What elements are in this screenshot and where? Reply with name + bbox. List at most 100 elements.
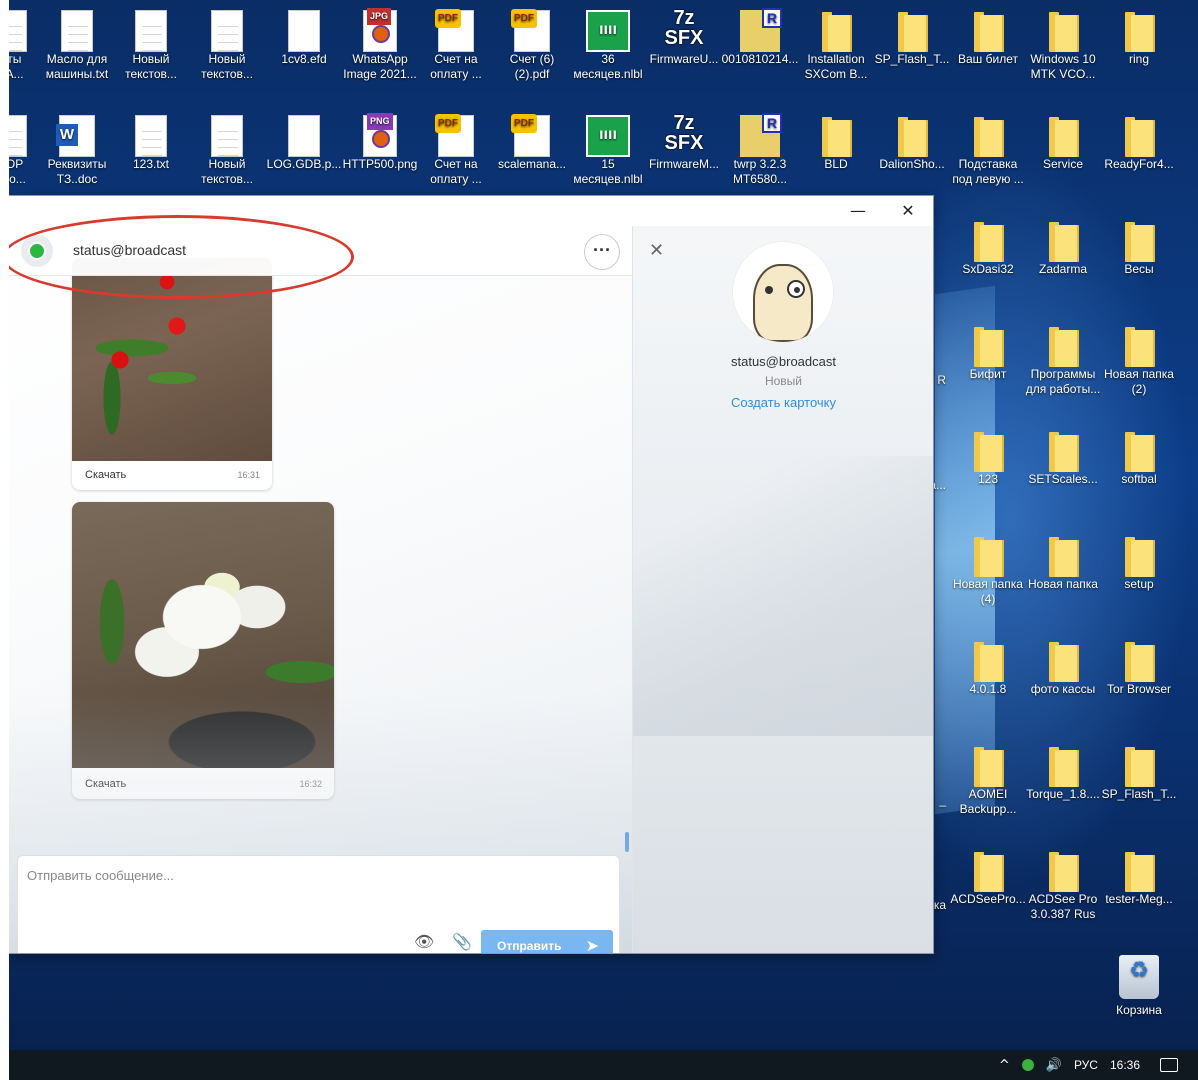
desktop-icon[interactable]: Программы для работы... xyxy=(1024,323,1102,397)
desktop-icon[interactable]: 123.txt xyxy=(112,113,190,172)
pdf-icon: PDF xyxy=(511,114,550,157)
messenger-window: — ✕ status@broadcast ··· Скачать 16:31 С… xyxy=(2,196,933,953)
network-icon[interactable] xyxy=(1021,1059,1034,1071)
desktop-icon-label: Новая папка xyxy=(1028,577,1098,591)
minimize-button[interactable]: — xyxy=(835,200,881,222)
desktop-icon[interactable]: ReadyFor4... xyxy=(1100,113,1178,172)
desktop-icon[interactable]: Новая папка (4) xyxy=(949,533,1027,607)
desktop-icon[interactable]: Zadarma xyxy=(1024,218,1102,277)
hide-eye-icon[interactable]: 👁 xyxy=(414,932,434,951)
recycle-bin[interactable]: Корзина xyxy=(1100,955,1178,1018)
desktop-icon[interactable]: SETScales... xyxy=(1024,428,1102,487)
image-message[interactable]: Скачать 16:32 xyxy=(72,502,334,799)
desktop-icon[interactable]: LOG.GDB.p... xyxy=(265,113,343,172)
desktop-icon[interactable]: tester-Meg... xyxy=(1100,848,1178,907)
desktop-icon[interactable]: AOMEI Backupp... xyxy=(949,743,1027,817)
desktop-icon[interactable]: PDF Счет (6) (2).pdf xyxy=(493,8,571,82)
download-link[interactable]: Скачать xyxy=(85,469,126,481)
pdf-icon: PDF xyxy=(511,9,550,52)
desktop-icon[interactable]: Windows 10 MTK VCO... xyxy=(1024,8,1102,82)
send-button[interactable]: Отправить ➤ xyxy=(481,930,613,953)
folder-icon xyxy=(1045,747,1081,787)
desktop-icon[interactable]: Новый текстов... xyxy=(112,8,190,82)
desktop-icon[interactable]: Rtwrp 3.2.3 MT6580... xyxy=(721,113,799,187)
image-message[interactable]: Скачать 16:31 xyxy=(72,258,272,490)
folder-icon xyxy=(970,432,1006,472)
desktop-icon[interactable]: Подставка под левую ... xyxy=(949,113,1027,187)
desktop-icon[interactable]: Весы xyxy=(1100,218,1178,277)
desktop-icon-label: WhatsApp Image 2021... xyxy=(343,52,417,81)
whatsapp-icon xyxy=(21,235,53,267)
desktop-icon[interactable]: Новая папка (2) xyxy=(1100,323,1178,397)
desktop-icon[interactable]: PDF Счет на оплату ... xyxy=(417,8,495,82)
language-indicator[interactable]: РУС xyxy=(1074,1058,1098,1072)
desktop-icon[interactable]: ACDSee Pro 3.0.387 Rus xyxy=(1024,848,1102,922)
folder-icon xyxy=(970,852,1006,892)
attach-icon[interactable]: 📎 xyxy=(452,932,472,951)
more-options-button[interactable]: ··· xyxy=(584,234,620,270)
clock[interactable]: 16:36 xyxy=(1110,1058,1140,1072)
desktop-icon[interactable]: softbal xyxy=(1100,428,1178,487)
desktop-icon-label: SP_Flash_T... xyxy=(874,52,950,66)
message-input[interactable]: Отправить сообщение... xyxy=(27,868,174,883)
desktop-icon[interactable]: SP_Flash_T... xyxy=(873,8,951,67)
folder-icon xyxy=(894,12,930,52)
desktop-icon-label: 15 месяцев.nlbl xyxy=(573,157,643,186)
desktop-icon-label: Новый текстов... xyxy=(201,157,253,186)
desktop-icon[interactable]: Installation SXCom B... xyxy=(797,8,875,82)
desktop-icon[interactable]: Новый текстов... xyxy=(188,113,266,187)
desktop-icon[interactable]: 7z SFX FirmwareM... xyxy=(645,113,723,172)
close-window-button[interactable]: ✕ xyxy=(885,200,931,222)
jpg-image-icon: JPG xyxy=(363,8,397,52)
desktop-icon[interactable]: DalionSho... xyxy=(873,113,951,172)
desktop-icon[interactable]: ıııı 15 месяцев.nlbl xyxy=(569,113,647,187)
desktop-icon[interactable]: Новый текстов... xyxy=(188,8,266,82)
create-card-link[interactable]: Создать карточку xyxy=(633,395,933,410)
desktop-icon[interactable]: ACDSeePro... xyxy=(949,848,1027,907)
send-button-label: Отправить xyxy=(497,939,562,953)
desktop-icon[interactable]: PDF Счет на оплату ... xyxy=(417,113,495,187)
desktop-icon[interactable]: SP_Flash_T... xyxy=(1100,743,1178,802)
desktop-icon-label: SP_Flash_T... xyxy=(1101,787,1177,801)
desktop-icon[interactable]: Service xyxy=(1024,113,1102,172)
folder-icon xyxy=(1045,327,1081,367)
show-hidden-icons-chevron[interactable]: ^ xyxy=(999,1058,1010,1073)
desktop-icon[interactable]: PDF scalemana... xyxy=(493,113,571,172)
desktop-icon[interactable]: BLD xyxy=(797,113,875,172)
red-tulips-photo[interactable] xyxy=(72,258,272,461)
message-composer[interactable]: Отправить сообщение... 👁 📎 Отправить ➤ xyxy=(17,855,620,953)
text-file-icon xyxy=(135,10,167,52)
desktop-icon[interactable]: PNG HTTP500.png xyxy=(341,113,419,172)
white-tulip-photo[interactable] xyxy=(72,502,334,768)
desktop-icon[interactable]: 7z SFX FirmwareU... xyxy=(645,8,723,67)
desktop-icon[interactable]: Tor Browser xyxy=(1100,638,1178,697)
desktop-icon[interactable]: фото кассы xyxy=(1024,638,1102,697)
desktop-icon[interactable]: SxDasi32 xyxy=(949,218,1027,277)
desktop-icon[interactable]: Новая папка xyxy=(1024,533,1102,592)
desktop-icon[interactable]: R 0010810214... xyxy=(721,8,799,67)
desktop-icon[interactable]: Torque_1.8.... xyxy=(1024,743,1102,802)
folder-icon xyxy=(1045,222,1081,262)
text-file-icon xyxy=(135,115,167,157)
file-icon xyxy=(288,10,320,52)
volume-icon[interactable]: 🔊 xyxy=(1046,1058,1062,1073)
desktop-icon-label: FirmwareU... xyxy=(649,52,719,66)
desktop-icon[interactable]: ring xyxy=(1100,8,1178,67)
desktop-icon[interactable]: JPG WhatsApp Image 2021... xyxy=(341,8,419,82)
desktop-icon[interactable]: W Реквизиты ТЗ..doc xyxy=(38,113,116,187)
desktop-icon[interactable]: 4.0.1.8 xyxy=(949,638,1027,697)
desktop-icon[interactable]: ıııı 36 месяцев.nlbl xyxy=(569,8,647,82)
close-info-icon[interactable]: ✕ xyxy=(649,240,664,261)
desktop-icon[interactable]: setup xyxy=(1100,533,1178,592)
desktop-icon[interactable]: Масло для машины.txt xyxy=(38,8,116,82)
pdf-icon: PDF xyxy=(435,114,474,157)
chat-scrollbar[interactable] xyxy=(625,832,629,852)
desktop-icon[interactable]: Бифит xyxy=(949,323,1027,382)
notifications-icon[interactable] xyxy=(1160,1058,1178,1072)
desktop-icon[interactable]: 1cv8.efd xyxy=(265,8,343,67)
folder-icon xyxy=(1121,222,1157,262)
desktop-icon-label: setup xyxy=(1124,577,1154,591)
desktop-icon[interactable]: 123 xyxy=(949,428,1027,487)
desktop-icon[interactable]: Ваш билет xyxy=(949,8,1027,67)
download-link[interactable]: Скачать xyxy=(85,778,126,790)
